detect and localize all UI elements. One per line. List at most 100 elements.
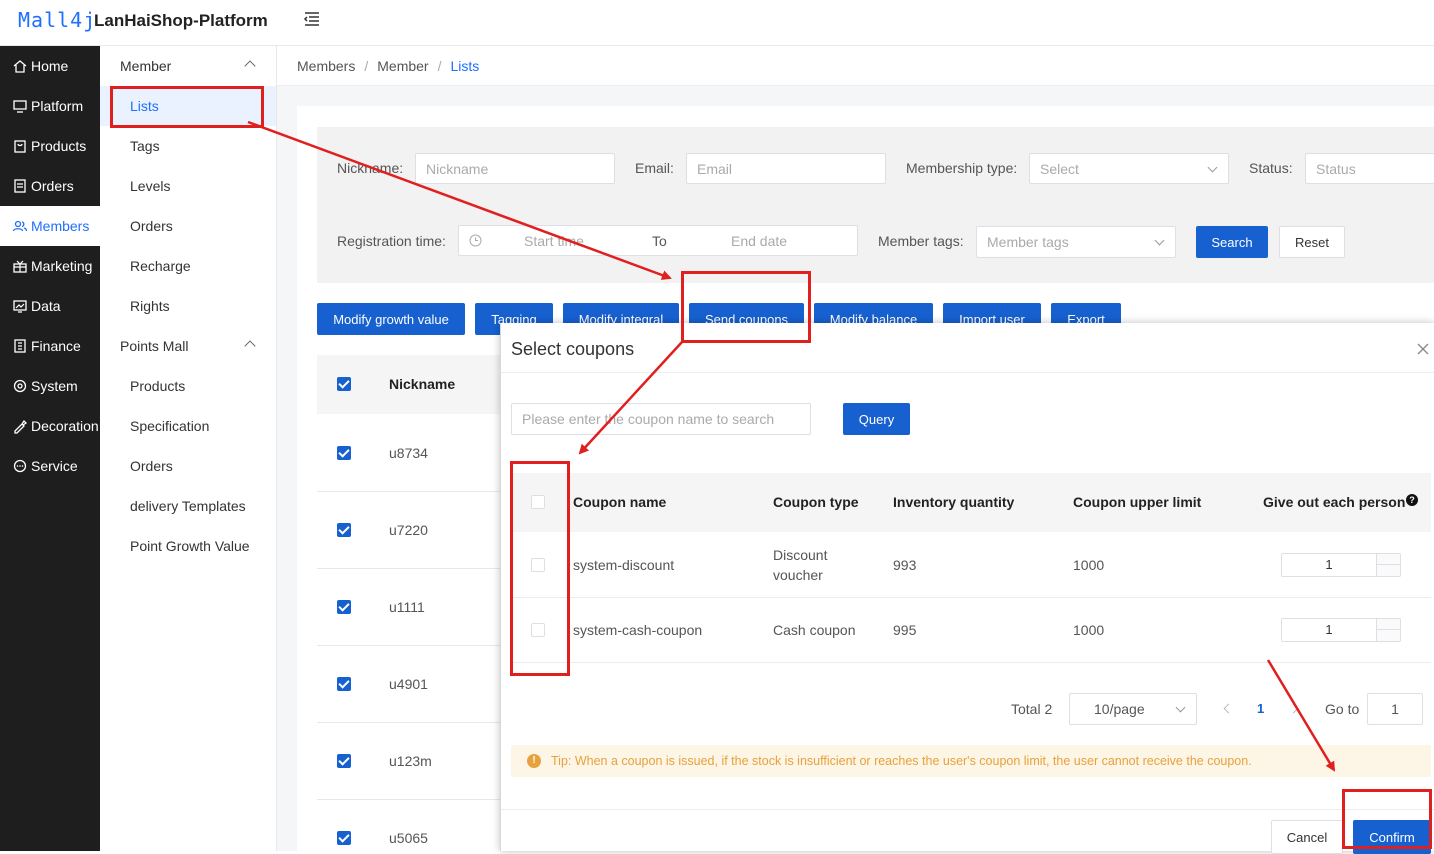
nickname-input[interactable]: Nickname (415, 153, 615, 184)
sidebar-item-orders[interactable]: Orders (0, 166, 100, 206)
reset-button[interactable]: Reset (1279, 226, 1345, 258)
start-time-input[interactable]: Start time (524, 233, 584, 249)
dialog-footer-divider (501, 809, 1434, 810)
sidebar-item-home[interactable]: Home (0, 46, 100, 86)
submenu-item-specification[interactable]: Specification (100, 406, 276, 446)
platform-title: LanHaiShop-Platform (94, 11, 268, 30)
goto-label: Go to (1325, 701, 1360, 717)
sidebar-item-data[interactable]: Data (0, 286, 100, 326)
submenu-item-points-orders[interactable]: Orders (100, 446, 276, 486)
gift-icon (13, 260, 27, 273)
submenu-item-orders[interactable]: Orders (100, 206, 276, 246)
next-page-icon[interactable] (1288, 703, 1299, 714)
sidebar-item-label: Orders (31, 178, 74, 194)
dialog-header-divider (501, 372, 1434, 373)
quantity-value[interactable]: 1 (1282, 554, 1376, 576)
chart-icon (13, 300, 27, 313)
menu-collapse-icon[interactable] (303, 10, 321, 28)
email-label: Email: (635, 160, 674, 176)
sidebar-item-label: System (31, 378, 78, 394)
email-input[interactable]: Email (686, 153, 886, 184)
chevron-down-icon (1175, 702, 1186, 713)
row-checkbox[interactable] (337, 523, 351, 537)
row-checkbox[interactable] (337, 831, 351, 845)
row-checkbox[interactable] (337, 754, 351, 768)
sidebar-item-members[interactable]: Members (0, 206, 100, 246)
sidebar-item-finance[interactable]: Finance (0, 326, 100, 366)
table-row: u1111 (389, 599, 425, 615)
sidebar-item-label: Members (31, 218, 90, 234)
submenu-item-points-products[interactable]: Products (100, 366, 276, 406)
sidebar-item-platform[interactable]: Platform (0, 86, 100, 126)
breadcrumb-current: Lists (450, 57, 480, 74)
home-icon (13, 60, 27, 73)
submenu-group-points-mall[interactable]: Points Mall (100, 326, 276, 366)
pagination-total: Total 2 (1011, 701, 1053, 717)
select-all-checkbox[interactable] (337, 377, 351, 391)
submenu-item-point-growth-value[interactable]: Point Growth Value (100, 526, 276, 566)
submenu-item-lists[interactable]: Lists (100, 86, 276, 126)
submenu-item-label: delivery Templates (130, 498, 246, 514)
stepper-arrows-icon[interactable] (1376, 619, 1401, 641)
coupon-row-checkbox[interactable] (531, 558, 545, 572)
table-row: u8734 (389, 445, 428, 461)
breadcrumb: Members / Member / Lists (277, 46, 1434, 86)
quantity-stepper[interactable]: 1 (1281, 553, 1401, 577)
current-page[interactable]: 1 (1257, 701, 1264, 716)
member-tags-select[interactable]: Member tags (976, 226, 1176, 258)
page-size-select[interactable]: 10/page (1069, 693, 1197, 725)
sidebar-item-system[interactable]: System (0, 366, 100, 406)
prev-page-icon[interactable] (1223, 703, 1234, 714)
submenu-item-label: Orders (130, 458, 173, 474)
submenu-item-label: Specification (130, 418, 210, 434)
query-button[interactable]: Query (843, 403, 910, 435)
select-coupons-dialog: Select coupons Please enter the coupon n… (500, 323, 1434, 854)
coupon-row-checkbox[interactable] (531, 623, 545, 637)
submenu-item-label: Recharge (130, 258, 191, 274)
breadcrumb-item[interactable]: Members (297, 58, 355, 74)
modify-growth-value-button[interactable]: Modify growth value (317, 303, 465, 335)
membership-type-select[interactable]: Select (1029, 153, 1229, 184)
sidebar-item-products[interactable]: Products (0, 126, 100, 166)
sidebar-item-service[interactable]: Service (0, 446, 100, 486)
sidebar-item-decoration[interactable]: Decoration (0, 406, 100, 446)
chevron-down-icon (1207, 162, 1218, 173)
registration-date-range[interactable]: Start time To End date (458, 225, 858, 256)
submenu-item-rights[interactable]: Rights (100, 286, 276, 326)
submenu-item-levels[interactable]: Levels (100, 166, 276, 206)
monitor-icon (13, 100, 27, 113)
stepper-arrows-icon[interactable] (1376, 554, 1401, 576)
dialog-title: Select coupons (511, 339, 635, 359)
inventory-quantity: 995 (893, 622, 917, 638)
search-button[interactable]: Search (1196, 226, 1268, 258)
row-checkbox[interactable] (337, 600, 351, 614)
row-checkbox[interactable] (337, 677, 351, 691)
clock-icon (469, 234, 482, 247)
quantity-value[interactable]: 1 (1282, 619, 1376, 641)
help-icon[interactable]: ? (1406, 494, 1418, 506)
submenu-item-tags[interactable]: Tags (100, 126, 276, 166)
registration-time-label: Registration time: (337, 233, 446, 249)
row-divider (511, 597, 1431, 598)
chat-icon (13, 459, 27, 473)
goto-page-input[interactable]: 1 (1367, 693, 1423, 725)
breadcrumb-item[interactable]: Member (377, 58, 428, 74)
confirm-button[interactable]: Confirm (1353, 820, 1431, 854)
submenu-item-delivery-templates[interactable]: delivery Templates (100, 486, 276, 526)
submenu-item-recharge[interactable]: Recharge (100, 246, 276, 286)
row-checkbox[interactable] (337, 446, 351, 460)
sidebar-item-label: Data (31, 298, 61, 314)
row-divider (317, 568, 500, 569)
close-icon[interactable] (1417, 343, 1429, 355)
select-all-coupons-checkbox[interactable] (531, 495, 545, 509)
sidebar-item-label: Products (31, 138, 87, 154)
coupon-type: Cash coupon (773, 622, 856, 638)
end-date-input[interactable]: End date (731, 233, 787, 249)
status-select[interactable]: Status (1305, 153, 1434, 184)
quantity-stepper[interactable]: 1 (1281, 618, 1401, 642)
cancel-button[interactable]: Cancel (1271, 820, 1343, 854)
main-sidebar: Home Platform Products Orders Members Ma… (0, 46, 100, 851)
sidebar-item-marketing[interactable]: Marketing (0, 246, 100, 286)
submenu-group-member[interactable]: Member (100, 46, 276, 86)
coupon-search-input[interactable]: Please enter the coupon name to search (511, 403, 811, 435)
